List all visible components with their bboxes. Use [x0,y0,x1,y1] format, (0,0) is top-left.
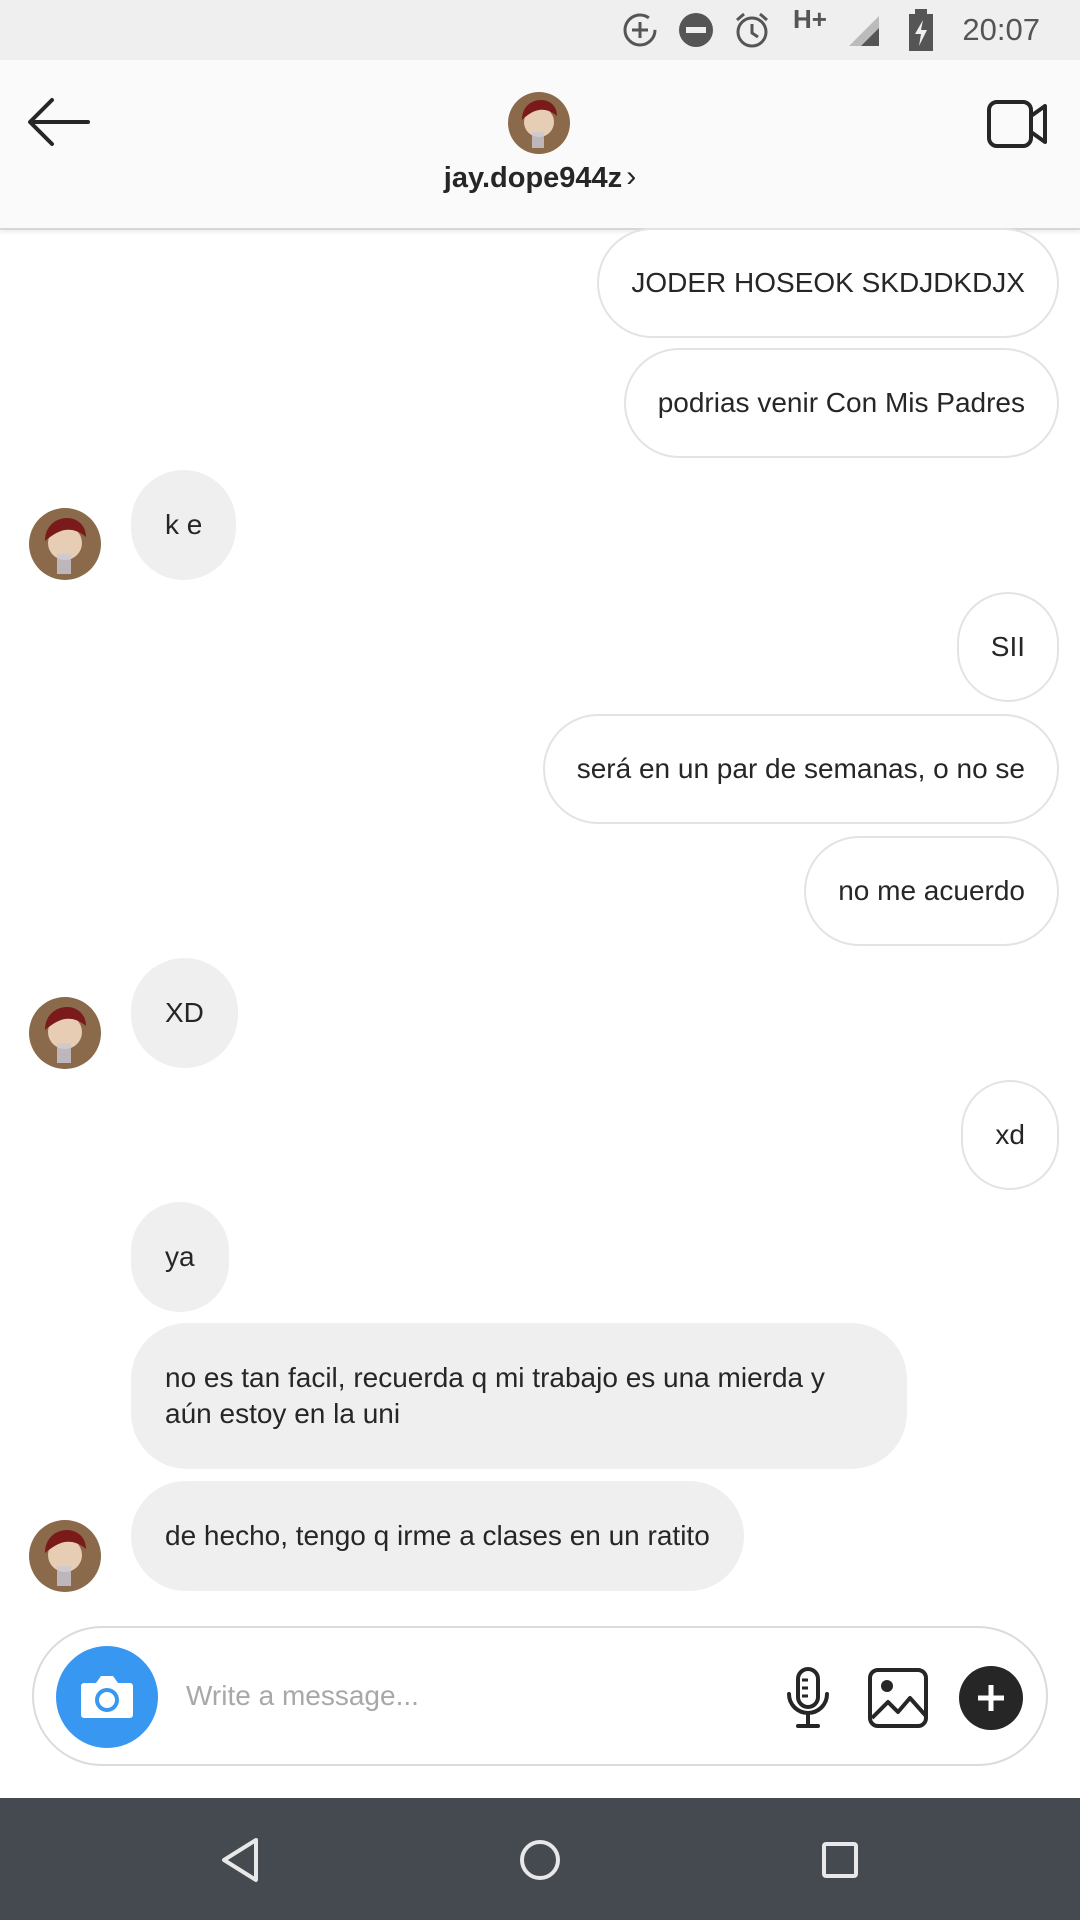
nav-back-button[interactable] [212,1832,268,1888]
voice-message-button[interactable] [780,1666,836,1730]
message-text: ya [165,1241,195,1272]
recents-square-icon [822,1842,858,1878]
microphone-icon [787,1667,829,1728]
conversation-header: jay.dope944z › [0,60,1080,230]
video-camera-icon [987,100,1047,148]
message-outgoing[interactable]: JODER HOSEOK SKDJDKDJX [597,228,1059,338]
message-text: xd [995,1119,1025,1150]
home-circle-icon [520,1840,560,1880]
sender-avatar[interactable] [29,997,101,1069]
video-call-button[interactable] [985,96,1049,152]
camera-button[interactable] [56,1646,158,1748]
message-text: XD [165,997,204,1028]
message-text: JODER HOSEOK SKDJDKDJX [631,267,1025,298]
message-input[interactable] [186,1668,636,1724]
message-incoming[interactable]: de hecho, tengo q irme a clases en un ra… [131,1481,744,1591]
gallery-icon [868,1668,928,1728]
nav-recents-button[interactable] [812,1832,868,1888]
message-incoming[interactable]: XD [131,958,238,1068]
message-incoming[interactable]: ya [131,1202,229,1312]
message-text: de hecho, tengo q irme a clases en un ra… [165,1520,710,1551]
nav-home-button[interactable] [512,1832,568,1888]
status-bar: H+ 20:07 [0,0,1080,60]
sender-avatar[interactable] [29,508,101,580]
battery-charging-icon [906,9,936,51]
username: jay.dope944z [443,162,623,194]
do-not-disturb-icon [676,10,716,50]
username-link[interactable]: jay.dope944z › [0,160,1080,195]
alarm-icon [732,10,772,50]
more-options-button[interactable] [959,1666,1023,1730]
back-triangle-icon [222,1838,258,1882]
system-nav-bar [0,1798,1080,1920]
clock: 20:07 [962,12,1040,47]
camera-icon [81,1676,133,1718]
gallery-button[interactable] [866,1666,930,1730]
chevron-right-icon: › [626,160,637,193]
message-text: no es tan facil, recuerda q mi trabajo e… [165,1362,825,1429]
plus-icon [978,1685,1004,1711]
message-outgoing[interactable]: xd [961,1080,1059,1190]
message-text: k e [165,509,203,540]
message-incoming[interactable]: no es tan facil, recuerda q mi trabajo e… [131,1323,907,1469]
data-saver-icon [620,10,660,50]
arrow-left-icon [28,98,90,146]
message-text: podrias venir Con Mis Padres [657,387,1025,418]
message-text: no me acuerdo [838,875,1025,906]
signal-icon [845,10,881,50]
message-text: será en un par de semanas, o no se [576,753,1025,784]
sender-avatar[interactable] [29,1520,101,1592]
message-outgoing[interactable]: será en un par de semanas, o no se [542,714,1059,824]
message-incoming[interactable]: k e [131,470,237,580]
message-outgoing[interactable]: SII [956,592,1059,702]
message-outgoing[interactable]: no me acuerdo [804,836,1059,946]
network-type: H+ [793,4,827,34]
back-button[interactable] [24,90,96,154]
message-text: SII [990,631,1025,662]
message-outgoing[interactable]: podrias venir Con Mis Padres [623,348,1059,458]
profile-avatar[interactable] [508,92,570,154]
message-composer [32,1626,1048,1766]
